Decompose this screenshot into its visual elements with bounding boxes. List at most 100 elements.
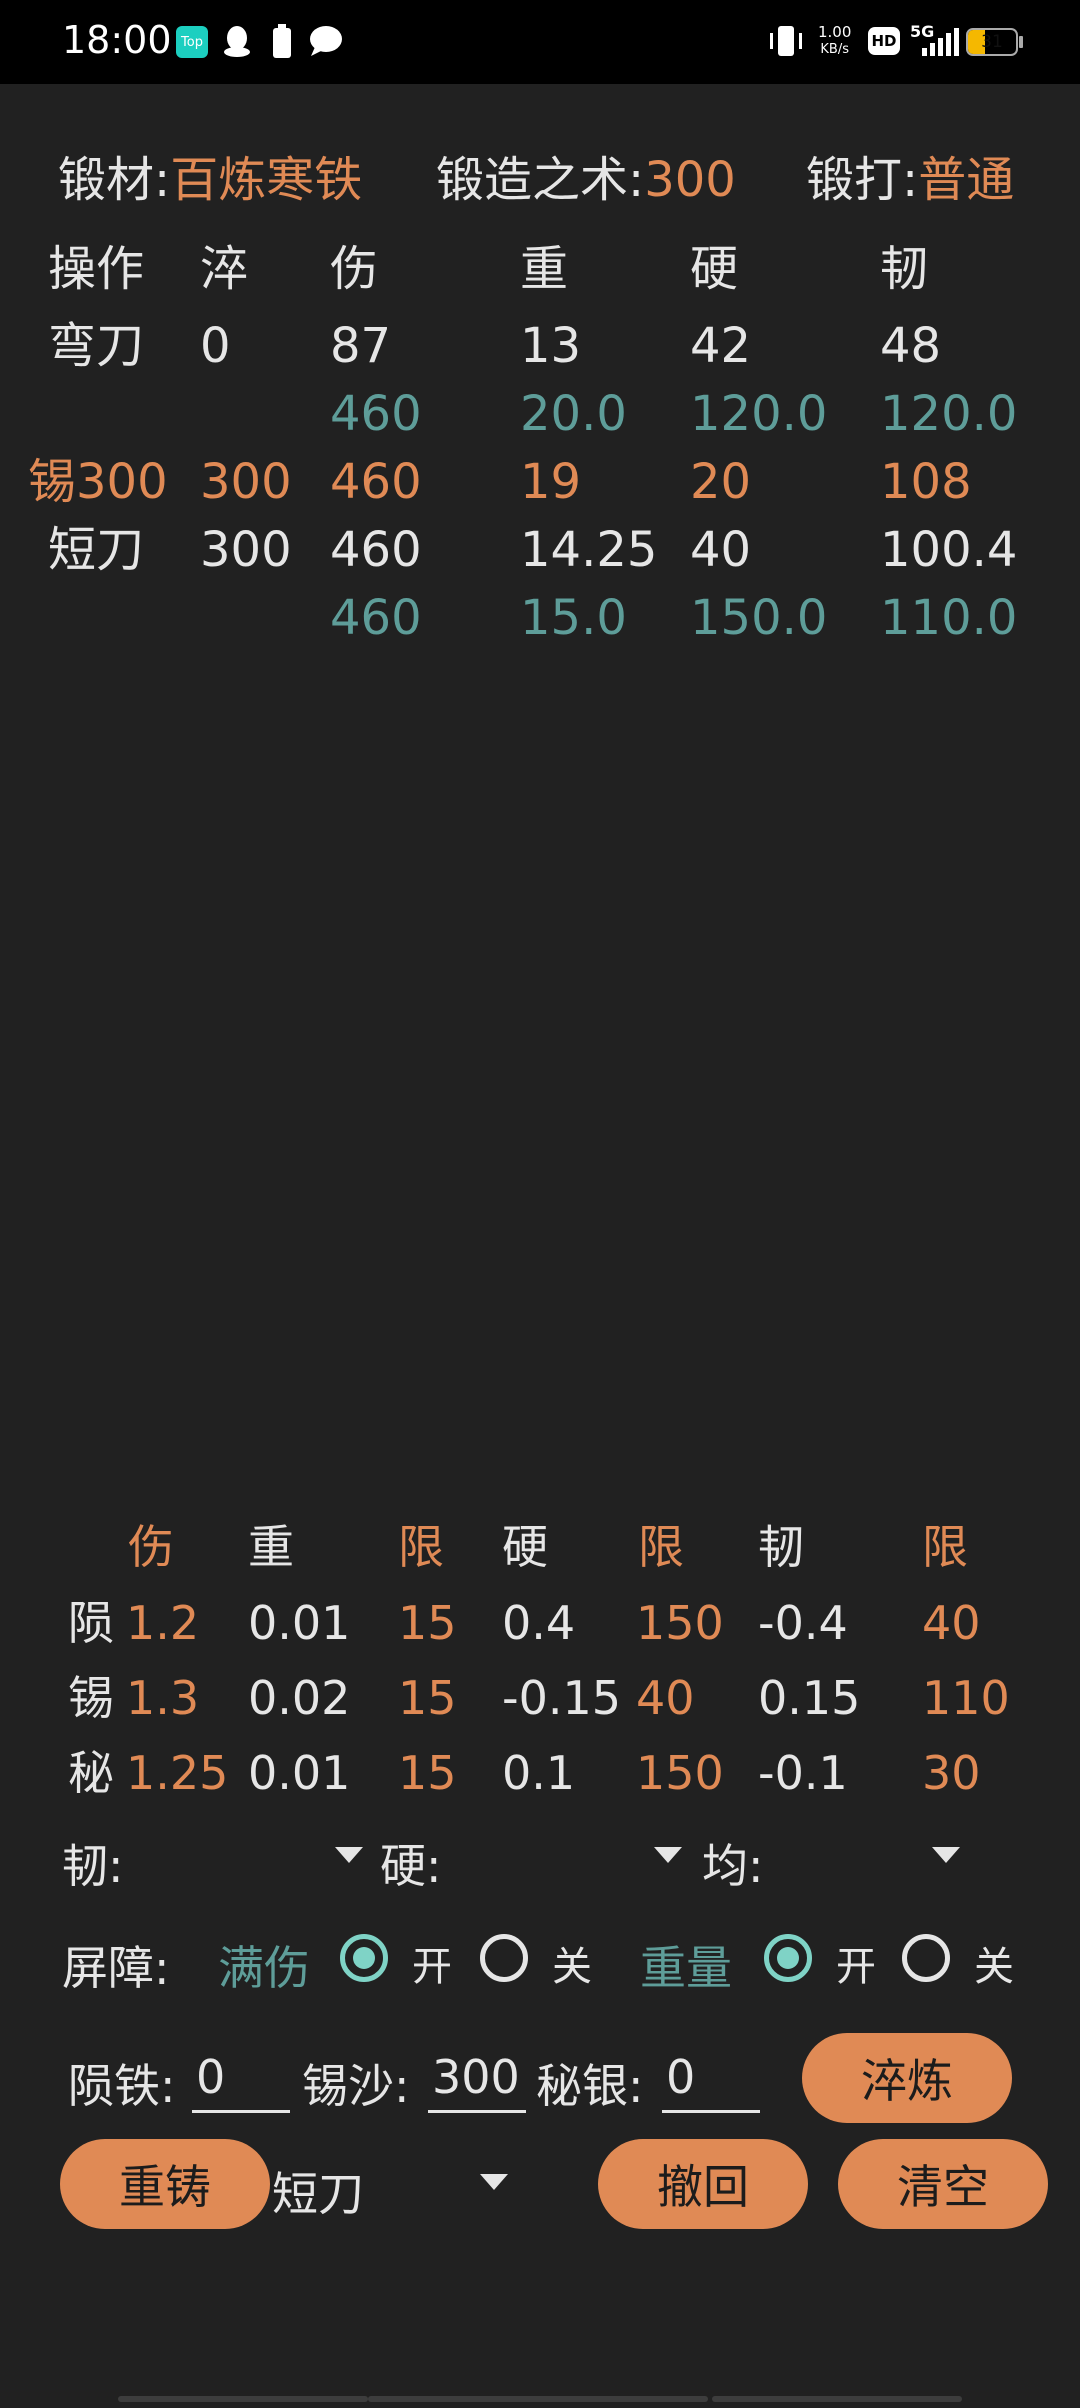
- signal-icon: [914, 22, 960, 60]
- table-cell: 48: [880, 318, 942, 374]
- weight-on-label[interactable]: 开: [836, 1934, 876, 1992]
- table-cell: 150.0: [690, 590, 828, 646]
- table-cell: 300: [200, 522, 292, 578]
- status-bar: 18:00 Top 1.00 KB/s HD 5G 31: [0, 0, 1080, 84]
- skill-label: 锻造之术:: [436, 152, 645, 208]
- full-damage-off-radio[interactable]: [480, 1934, 528, 1982]
- hardness-dropdown-label: 硬:: [380, 1839, 442, 1893]
- table-cell: 120.0: [880, 386, 1018, 442]
- table-cell: 锡300: [28, 454, 168, 510]
- coef-cell: 1.25: [126, 1746, 229, 1800]
- full-damage-label: 满伤: [218, 1941, 310, 1995]
- quench-button[interactable]: 淬炼: [802, 2033, 1012, 2123]
- material-value[interactable]: 百炼寒铁: [170, 152, 362, 208]
- skill-info: 锻造之术:300: [436, 140, 736, 210]
- chevron-down-icon[interactable]: [654, 1847, 682, 1863]
- table-cell: 460: [330, 386, 422, 442]
- col-header-weight: 重: [520, 241, 569, 297]
- col-header-toughness: 韧: [880, 241, 929, 297]
- table-cell: 弯刀: [48, 318, 145, 374]
- coef-cell: 40: [922, 1596, 981, 1650]
- weapon-select-value: 短刀: [272, 2167, 364, 2221]
- col-header-operation: 操作: [48, 241, 145, 297]
- coef-cell: 秘: [68, 1746, 114, 1800]
- table-cell: 108: [880, 454, 972, 510]
- coef-header: 限: [398, 1520, 444, 1574]
- coef-cell: 0.1: [502, 1746, 576, 1800]
- toughness-dropdown-label: 韧:: [62, 1839, 124, 1893]
- chevron-down-icon[interactable]: [335, 1847, 363, 1863]
- weight-off-radio[interactable]: [902, 1934, 950, 1982]
- coef-cell: 0.01: [248, 1596, 351, 1650]
- table-cell: 87: [330, 318, 392, 374]
- material-label: 锻材:: [58, 152, 171, 208]
- battery-icon: 31: [966, 28, 1018, 56]
- table-cell: 14.25: [520, 522, 658, 578]
- tin-sand-input[interactable]: [428, 2043, 526, 2113]
- table-cell: 120.0: [690, 386, 828, 442]
- network-speed: 1.00 KB/s: [818, 23, 852, 58]
- nav-bar-segment: [118, 2396, 368, 2402]
- meteor-iron-input[interactable]: [192, 2043, 290, 2113]
- weight-off-label[interactable]: 关: [974, 1934, 1014, 1992]
- table-cell: 100.4: [880, 522, 1018, 578]
- coef-cell: 15: [398, 1671, 457, 1725]
- undo-button[interactable]: 撤回: [598, 2139, 808, 2229]
- full-damage-on-label[interactable]: 开: [412, 1934, 452, 1992]
- table-cell: 短刀: [48, 522, 145, 578]
- forge-label: 锻打:: [806, 152, 919, 208]
- nav-bar-segment: [712, 2396, 962, 2402]
- mithril-label: 秘银:: [536, 2059, 644, 2113]
- meteor-iron-label: 陨铁:: [68, 2059, 176, 2113]
- coef-header: 硬: [502, 1520, 548, 1574]
- col-header-quench: 淬: [200, 241, 249, 297]
- table-cell: 20: [690, 454, 752, 510]
- nav-bar-segment: [368, 2396, 708, 2402]
- coef-header: 伤: [128, 1520, 174, 1574]
- message-icon: [308, 22, 344, 60]
- coef-cell: 15: [398, 1596, 457, 1650]
- table-cell: 40: [690, 522, 752, 578]
- coef-cell: -0.15: [502, 1671, 622, 1725]
- mithril-input[interactable]: [662, 2043, 760, 2113]
- qq-icon: [222, 22, 252, 60]
- status-time: 18:00: [62, 18, 172, 62]
- clear-button[interactable]: 清空: [838, 2139, 1048, 2229]
- coef-cell: 0.4: [502, 1596, 576, 1650]
- chevron-down-icon[interactable]: [480, 2174, 508, 2190]
- barrier-label: 屏障:: [62, 1941, 170, 1995]
- coef-cell: -0.4: [758, 1596, 848, 1650]
- forge-value[interactable]: 普通: [918, 152, 1014, 208]
- forge-info: 锻打:普通: [806, 140, 1014, 210]
- coef-cell: 0.01: [248, 1746, 351, 1800]
- coef-cell: -0.1: [758, 1746, 848, 1800]
- chevron-down-icon[interactable]: [932, 1847, 960, 1863]
- skill-value[interactable]: 300: [644, 152, 736, 208]
- table-cell: 460: [330, 522, 422, 578]
- coef-cell: 15: [398, 1746, 457, 1800]
- table-cell: 0: [200, 318, 231, 374]
- tap-app-icon: Top: [176, 26, 208, 58]
- table-cell: 42: [690, 318, 752, 374]
- table-cell: 300: [200, 454, 292, 510]
- col-header-hardness: 硬: [690, 241, 739, 297]
- coef-header: 韧: [758, 1520, 804, 1574]
- battery-tip: [1019, 36, 1023, 48]
- weight-label: 重量: [640, 1941, 732, 1995]
- weight-on-radio[interactable]: [764, 1934, 812, 1982]
- hd-icon: HD: [868, 27, 900, 55]
- coef-cell: 0.15: [758, 1671, 861, 1725]
- material-info: 锻材:百炼寒铁: [58, 140, 362, 210]
- coef-header: 限: [638, 1520, 684, 1574]
- recast-button[interactable]: 重铸: [60, 2139, 270, 2229]
- coef-cell: 150: [636, 1596, 724, 1650]
- full-damage-on-radio[interactable]: [340, 1934, 388, 1982]
- tin-sand-label: 锡沙:: [302, 2059, 410, 2113]
- coef-cell: 40: [636, 1671, 695, 1725]
- coef-cell: 0.02: [248, 1671, 351, 1725]
- even-dropdown-label: 均:: [702, 1839, 764, 1893]
- vibrate-icon: [766, 22, 806, 60]
- full-damage-off-label[interactable]: 关: [552, 1934, 592, 1992]
- table-cell: 13: [520, 318, 582, 374]
- coef-cell: 1.3: [126, 1671, 200, 1725]
